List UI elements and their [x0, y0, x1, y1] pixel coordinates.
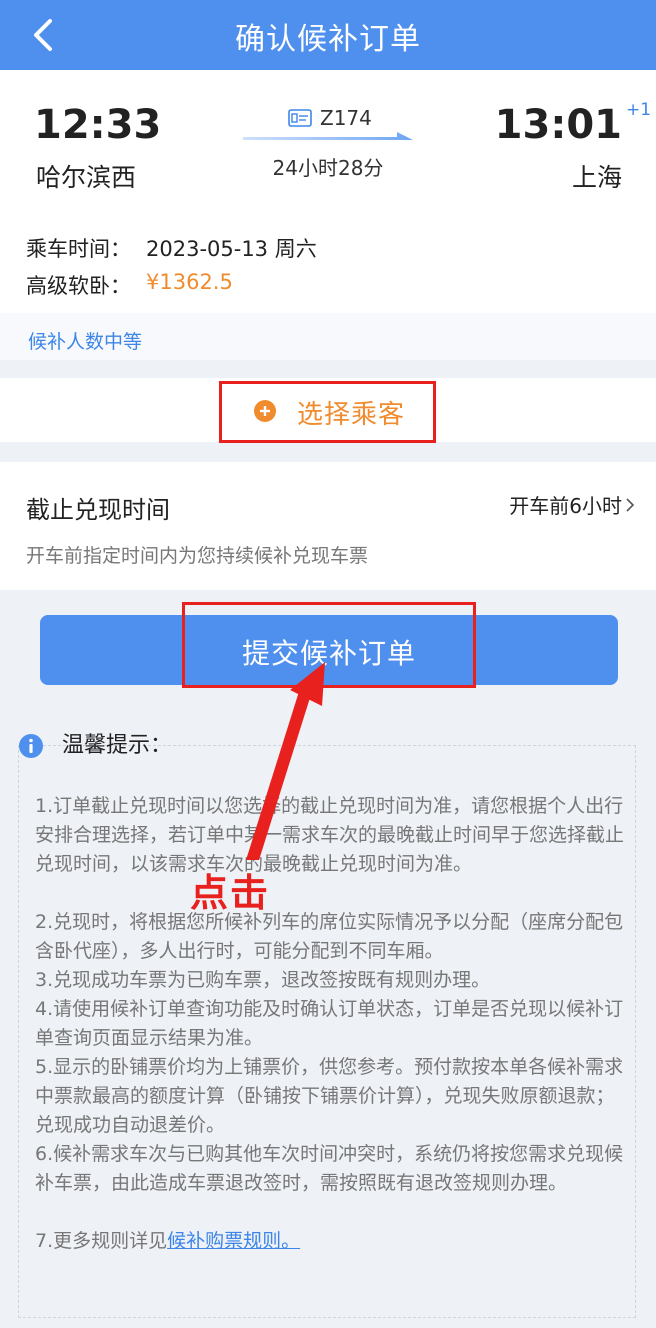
- arrival-time: 13:01: [494, 102, 622, 148]
- app-header: 确认候补订单: [0, 0, 656, 70]
- tip-item-5: 5.显示的卧铺票价均为上铺票价，供您参考。预付款按本单各候补需求中票款最高的额度…: [35, 1056, 624, 1136]
- ride-date-label: 乘车时间：: [26, 237, 131, 261]
- waitlist-rules-link[interactable]: 候补购票规则。: [167, 1230, 300, 1252]
- seat-type-label: 高级软卧：: [26, 274, 131, 298]
- tip-item-1: 1.订单截止兑现时间以您选择的截止兑现时间为准，请您根据个人出行安排合理选择，若…: [35, 795, 625, 875]
- deadline-title: 截止兑现时间: [26, 496, 170, 524]
- seat-price-row: 高级软卧： ¥1362.5: [26, 270, 233, 300]
- ride-date-row: 乘车时间： 2023-05-13 周六: [26, 233, 317, 263]
- ride-date-value: 2023-05-13 周六: [146, 237, 317, 261]
- tip-item-2: 2.兑现时，将根据您所候补列车的席位实际情况予以分配（座席分配包含卧代座），多人…: [35, 911, 624, 962]
- tips-panel: 1.订单截止兑现时间以您选择的截止兑现时间为准，请您根据个人出行安排合理选择，若…: [18, 745, 636, 1318]
- chevron-right-icon[interactable]: [624, 497, 636, 513]
- departure-time: 12:33: [34, 102, 162, 148]
- tips-title: 温馨提示：: [62, 733, 173, 758]
- tip-item-7-prefix: 7.更多规则详见: [35, 1230, 168, 1252]
- deadline-card: [0, 462, 656, 590]
- info-icon: [19, 734, 43, 758]
- page-title: 确认候补订单: [235, 22, 421, 57]
- highlight-box-passenger: [219, 381, 436, 443]
- tip-item-7: 7.更多规则详见候补购票规则。: [35, 1227, 625, 1256]
- ticket-icon: [288, 109, 312, 127]
- deadline-value[interactable]: 开车前6小时: [509, 490, 622, 519]
- tip-item-4: 4.请使用候补订单查询功能及时确认订单状态，订单是否兑现以候补订单查询页面显示结…: [35, 998, 624, 1049]
- direction-arrow-icon: [243, 132, 413, 140]
- waitlist-hint-bar: 候补人数中等: [0, 313, 656, 360]
- arrival-day-offset: +1: [626, 100, 652, 120]
- highlight-box-submit: [182, 602, 476, 688]
- tip-item-6: 6.候补需求车次与已购其他车次时间冲突时，系统仍将按您需求兑现候补车票，由此造成…: [35, 1143, 624, 1194]
- waitlist-hint: 候补人数中等: [28, 331, 143, 353]
- annotation-click-label: 点击: [190, 871, 271, 915]
- train-number-label: Z174: [320, 106, 372, 130]
- tip-item-3: 3.兑现成功车票为已购车票，退改签按既有规则办理。: [35, 969, 491, 991]
- trip-duration: 24小时28分: [272, 156, 384, 180]
- deadline-description: 开车前指定时间内为您持续候补兑现车票: [26, 545, 369, 567]
- seat-price: ¥1362.5: [146, 270, 233, 294]
